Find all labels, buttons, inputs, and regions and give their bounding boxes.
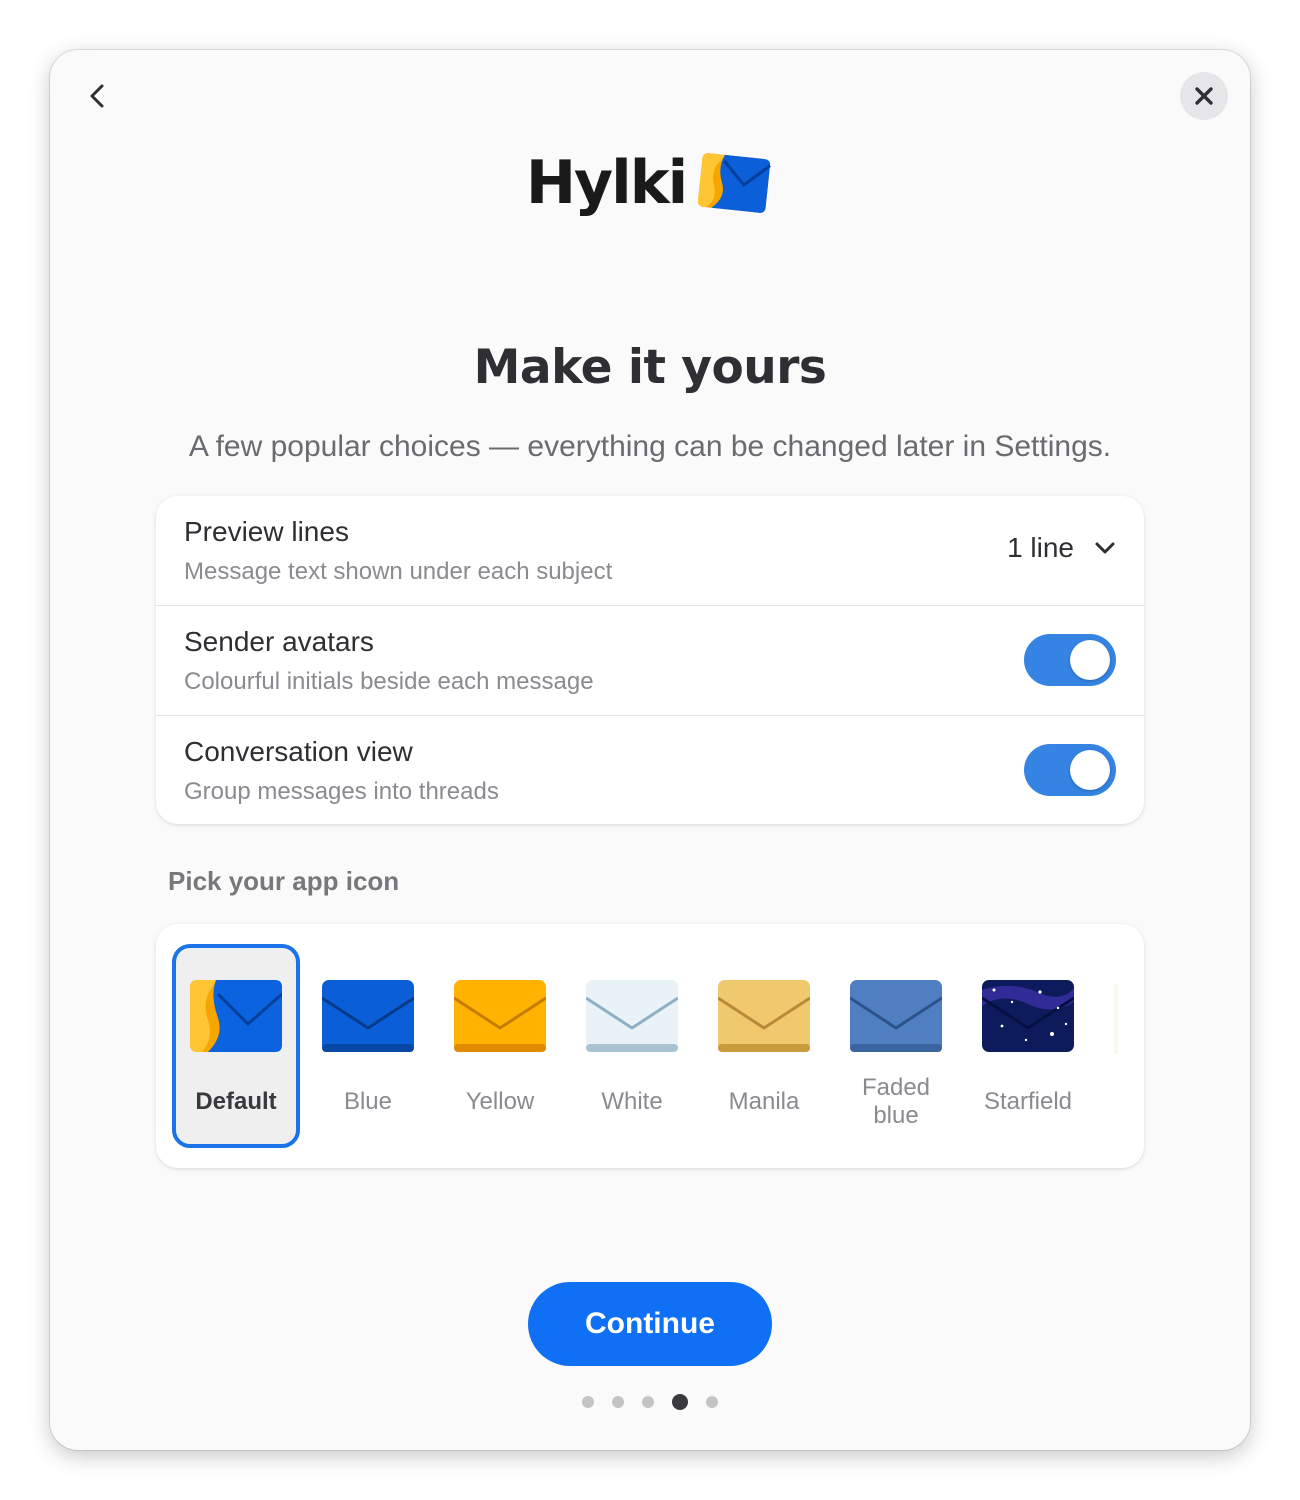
row-title: Conversation view [184,736,413,767]
app-logo: Hylki [50,150,1250,216]
page-title: Make it yours [473,340,827,395]
icon-option-label: White [601,1088,663,1115]
icon-option-label: Yellow [465,1088,535,1115]
row-description: Colourful initials beside each message [184,668,594,695]
envelope-white-icon [586,980,678,1052]
page-dot [582,1396,594,1408]
conversation-view-row: Conversation view Group messages into th… [156,716,1144,824]
envelope-logo-icon [698,153,772,213]
envelope-manila-icon [718,980,810,1052]
close-button[interactable] [1180,72,1228,120]
continue-button[interactable]: Continue [528,1282,772,1366]
page-dot-current [672,1394,688,1410]
row-title: Sender avatars [184,626,374,657]
toggle-knob [1070,640,1110,680]
preview-lines-row: Preview lines Message text shown under e… [156,496,1144,606]
envelope-blue-icon [322,980,414,1052]
envelope-yellow-icon [454,980,546,1052]
close-icon [1195,87,1213,105]
logo-wordmark: Hylki [525,148,688,218]
envelope-faded-blue-icon [850,980,942,1052]
icon-option-partial-tile [1114,984,1118,1054]
icon-option-white[interactable]: White [568,944,696,1148]
chevron-down-icon [1095,542,1115,554]
toggle-knob [1070,750,1110,790]
icon-option-label: Blue [343,1088,393,1115]
page-indicator [50,1394,1250,1410]
page-dot [612,1396,624,1408]
sender-avatars-toggle[interactable] [1024,634,1116,686]
page-dot [706,1396,718,1408]
icon-option-yellow[interactable]: Yellow [436,944,564,1148]
row-description: Message text shown under each subject [184,558,613,585]
conversation-view-toggle[interactable] [1024,744,1116,796]
icon-option-label: Manila [728,1088,800,1115]
preferences-list: Preview lines Message text shown under e… [156,496,1144,824]
dropdown-value: 1 line [1007,532,1074,563]
sender-avatars-row: Sender avatars Colourful initials beside… [156,606,1144,716]
icon-option-default[interactable]: Default [172,944,300,1148]
icon-option-starfield[interactable]: Starfield [964,944,1092,1148]
icon-option-more[interactable] [1096,944,1136,1148]
icon-option-manila[interactable]: Manila [700,944,828,1148]
icon-option-label: Faded blue [861,1074,931,1129]
icon-option-label: Starfield [983,1088,1073,1115]
icon-option-faded-blue[interactable]: Faded blue [832,944,960,1148]
icon-option-blue[interactable]: Blue [304,944,432,1148]
envelope-default-icon [190,980,282,1052]
icon-option-label: Default [195,1088,277,1115]
page-dot [642,1396,654,1408]
chevron-left-icon [90,84,104,108]
page-subtitle: A few popular choices — everything can b… [188,430,1112,463]
row-description: Group messages into threads [184,778,499,805]
app-icon-picker: Default Blue Yellow White Manila Faded b… [156,924,1144,1168]
app-icon-section-label: Pick your app icon [168,866,400,896]
envelope-starfield-icon [982,980,1074,1052]
app-icon-list: Default Blue Yellow White Manila Faded b… [172,944,1136,1148]
back-button[interactable] [74,72,122,120]
onboarding-dialog: Hylki Make it yours A few popular choice… [50,50,1250,1450]
row-title: Preview lines [184,516,349,547]
preview-lines-dropdown[interactable]: 1 line [1007,532,1116,564]
